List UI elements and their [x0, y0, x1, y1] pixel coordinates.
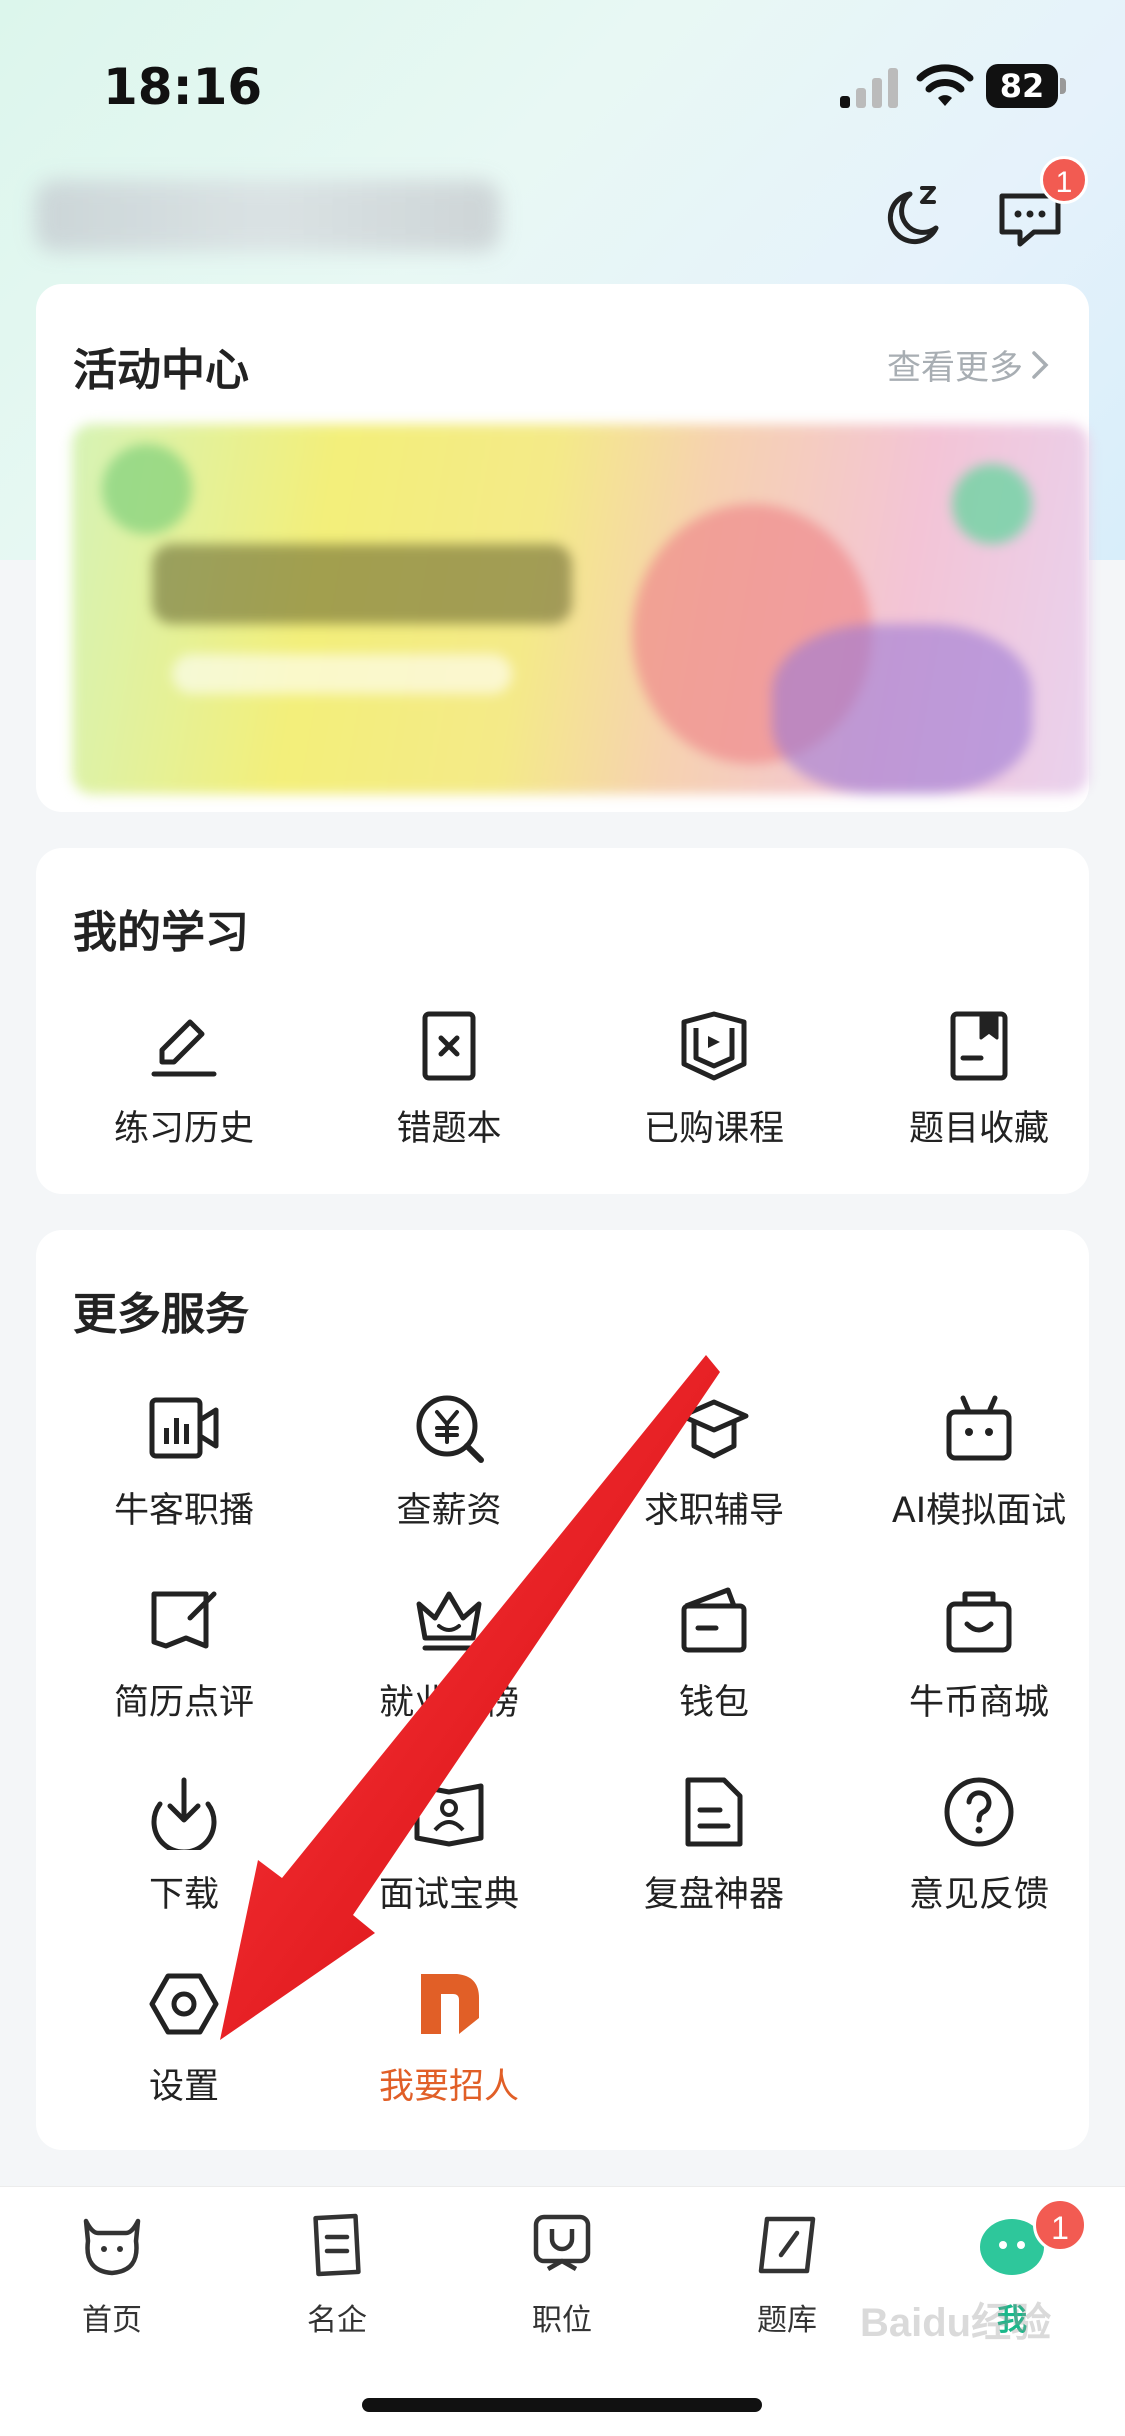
service-item-salary[interactable]: 查薪资 [329, 1390, 569, 1550]
service-item-feedback[interactable]: 意见反馈 [859, 1774, 1099, 1934]
study-item-practice-history[interactable]: 练习历史 [64, 1008, 304, 1168]
service-item-hot-list[interactable]: 就业热榜 [329, 1582, 569, 1742]
see-more-label: 查看更多 [887, 348, 1023, 388]
pencil-icon [151, 1019, 217, 1077]
study-item-wrong-book[interactable]: 错题本 [329, 1008, 569, 1168]
tab-label: 职位 [532, 2303, 592, 2338]
course-icon [681, 1011, 747, 1081]
service-item-coin-mall[interactable]: 牛币商城 [859, 1582, 1099, 1742]
interview-book-icon [414, 1783, 484, 1847]
more-services-title: 更多服务 [73, 1289, 249, 1340]
service-item-label: 牛客职播 [113, 1491, 254, 1531]
service-item-label: 意见反馈 [908, 1875, 1049, 1915]
service-item-resume-review[interactable]: 简历点评 [64, 1582, 304, 1742]
cellular-signal-icon [840, 68, 898, 108]
service-item-recruit[interactable]: 我要招人 [329, 1966, 569, 2126]
tab-positions[interactable]: 职位 [482, 2211, 642, 2351]
more-services-card: 更多服务 牛客职播 查薪资 求职辅导 AI模拟面试 简历点评 就业热榜 钱包 牛… [36, 1230, 1089, 2150]
settings-hex-icon [149, 1973, 219, 2035]
shop-bag-icon [946, 1591, 1012, 1653]
night-mode-moon-icon[interactable] [876, 180, 948, 252]
tab-label: 名企 [307, 2303, 367, 2338]
study-item-favorites[interactable]: 题目收藏 [859, 1008, 1099, 1168]
activity-center-title: 活动中心 [73, 345, 249, 396]
home-indicator[interactable] [362, 2398, 762, 2412]
service-item-label: AI模拟面试 [891, 1491, 1067, 1531]
question-bank-icon [758, 2216, 816, 2274]
me-tab-badge: 1 [1033, 2198, 1087, 2252]
tab-companies[interactable]: 名企 [257, 2211, 417, 2351]
service-item-label: 查薪资 [396, 1491, 502, 1531]
user-name-blurred[interactable] [35, 180, 500, 252]
tab-label: 首页 [82, 2303, 142, 2338]
company-icon [313, 2213, 361, 2277]
service-item-ai-interview[interactable]: AI模拟面试 [859, 1390, 1099, 1550]
recruit-logo-icon [421, 1974, 479, 2034]
wrong-book-icon [422, 1011, 476, 1081]
battery-icon: 82 [986, 64, 1066, 108]
position-icon [533, 2214, 591, 2271]
service-item-review-tool[interactable]: 复盘神器 [594, 1774, 834, 1934]
service-item-label: 就业热榜 [378, 1683, 519, 1723]
watermark-text: Baidu经验 [860, 2301, 1052, 2345]
wifi-icon [916, 64, 974, 106]
cow-home-icon [83, 2218, 141, 2276]
my-study-title: 我的学习 [73, 907, 249, 958]
activity-center-card: 活动中心 查看更多 [36, 284, 1089, 812]
chevron-right-icon [1032, 350, 1049, 379]
service-item-coaching[interactable]: 求职辅导 [594, 1390, 834, 1550]
service-item-settings[interactable]: 设置 [64, 1966, 304, 2126]
service-item-label: 面试宝典 [378, 1875, 519, 1915]
study-item-label: 已购课程 [643, 1109, 784, 1149]
crown-icon [416, 1591, 482, 1651]
service-item-label: 钱包 [678, 1683, 749, 1723]
tab-question-bank[interactable]: 题库 [707, 2211, 867, 2351]
download-icon [151, 1777, 217, 1850]
graduation-cap-icon [679, 1399, 749, 1459]
study-item-label: 错题本 [396, 1109, 502, 1149]
tab-label: 题库 [757, 2303, 817, 2338]
tab-home[interactable]: 首页 [32, 2211, 192, 2351]
resume-edit-icon [151, 1591, 217, 1649]
live-video-icon [149, 1397, 219, 1459]
question-icon [944, 1777, 1014, 1847]
service-item-label: 我要招人 [378, 2067, 519, 2107]
service-item-interview-guide[interactable]: 面试宝典 [329, 1774, 569, 1934]
activity-banner-image[interactable] [72, 424, 1089, 794]
bookmark-icon [950, 1011, 1008, 1081]
service-item-wallet[interactable]: 钱包 [594, 1582, 834, 1742]
document-icon [685, 1777, 743, 1847]
study-item-label: 题目收藏 [908, 1109, 1049, 1149]
service-item-label: 设置 [148, 2067, 219, 2107]
robot-icon [946, 1395, 1012, 1461]
service-item-download[interactable]: 下载 [64, 1774, 304, 1934]
service-item-label: 下载 [148, 1875, 219, 1915]
service-item-label: 复盘神器 [643, 1875, 784, 1915]
my-study-card: 我的学习 练习历史 错题本 已购课程 题目收藏 [36, 848, 1089, 1194]
study-item-label: 练习历史 [113, 1109, 254, 1149]
wallet-icon [681, 1587, 747, 1653]
status-bar: 18:16 82 [0, 0, 1125, 170]
message-badge: 1 [1040, 156, 1088, 204]
yen-search-icon [416, 1395, 484, 1463]
service-item-label: 牛币商城 [908, 1683, 1049, 1723]
see-more-link[interactable]: 查看更多 [887, 340, 1049, 389]
status-time: 18:16 [103, 58, 263, 116]
battery-level: 82 [986, 64, 1058, 108]
service-item-label: 简历点评 [113, 1683, 254, 1723]
study-item-purchased-courses[interactable]: 已购课程 [594, 1008, 834, 1168]
service-item-label: 求职辅导 [643, 1491, 784, 1531]
service-item-live[interactable]: 牛客职播 [64, 1390, 304, 1550]
